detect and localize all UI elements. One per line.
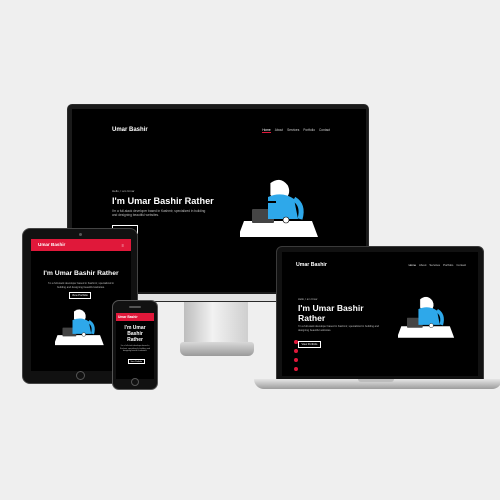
desktop-navbar: Umar Bashir Home About Services Portfoli… xyxy=(112,127,330,139)
monitor-stand-foot xyxy=(180,342,254,356)
phone-device: Umar Bashir I'm Umar Bashir Rather I'm a… xyxy=(112,300,158,390)
site-logo[interactable]: Umar Bashir xyxy=(38,242,65,247)
view-portfolio-button[interactable]: View Portfolio xyxy=(128,359,145,365)
hero-title-line2: Rather xyxy=(298,313,326,323)
nav-about[interactable]: About xyxy=(419,263,426,267)
developer-illustration xyxy=(240,179,318,237)
hero-title: I'm Umar Bashir Rather xyxy=(298,303,398,323)
desktop-nav-menu: Home About Services Portfolio Contact xyxy=(262,128,330,133)
nav-contact[interactable]: Contact xyxy=(456,263,466,267)
laptop-notch xyxy=(358,379,394,382)
hero-title: I'm Umar Bashir Rather xyxy=(116,325,154,343)
monitor-stand-neck xyxy=(184,302,248,346)
phone-speaker xyxy=(129,306,141,308)
hero-description: I'm a full-stack developer based in Kash… xyxy=(120,345,150,352)
social-links xyxy=(294,340,298,371)
nav-portfolio[interactable]: Portfolio xyxy=(303,128,315,133)
hero-title: I'm Umar Bashir Rather xyxy=(112,196,214,206)
tablet-navbar: Umar Bashir ≡ xyxy=(31,239,131,251)
laptop-nav-menu: Home About Services Portfolio Contact xyxy=(409,263,466,267)
nav-services[interactable]: Services xyxy=(287,128,299,133)
phone-home-button xyxy=(131,378,139,386)
laptop-device: Umar Bashir Home About Services Portfoli… xyxy=(276,246,484,380)
nav-portfolio[interactable]: Portfolio xyxy=(443,263,453,267)
view-portfolio-button[interactable]: View Portfolio xyxy=(298,341,321,349)
laptop-hero: Hello, I am Umar I'm Umar Bashir Rather … xyxy=(298,298,398,350)
hero-description: I'm a full-stack developer based in Kash… xyxy=(298,325,379,332)
hero-eyebrow: Hello, I am Umar xyxy=(298,298,318,301)
laptop-navbar: Umar Bashir Home About Services Portfoli… xyxy=(296,262,466,272)
nav-services[interactable]: Services xyxy=(429,263,440,267)
twitter-icon[interactable] xyxy=(294,349,298,353)
laptop-screen: Umar Bashir Home About Services Portfoli… xyxy=(282,252,478,376)
developer-illustration xyxy=(398,296,455,338)
instagram-icon[interactable] xyxy=(294,340,298,344)
hamburger-icon[interactable]: ≡ xyxy=(122,243,124,248)
hero-title: I'm Umar Bashir Rather xyxy=(43,270,119,277)
hero-description: I'm a full-stack developer based in Kash… xyxy=(112,209,206,218)
nav-home[interactable]: Home xyxy=(409,263,416,267)
phone-navbar: Umar Bashir xyxy=(116,313,154,321)
linkedin-icon[interactable] xyxy=(294,367,298,371)
tablet-home-button xyxy=(76,371,85,380)
hero-eyebrow: Hello, I am Umar xyxy=(112,189,135,193)
tablet-camera xyxy=(79,233,82,236)
developer-illustration xyxy=(55,308,104,346)
hero-title-line2: Rather xyxy=(127,337,143,343)
mockup-stage: Umar Bashir Home About Services Portfoli… xyxy=(0,0,500,500)
site-logo[interactable]: Umar Bashir xyxy=(296,262,327,268)
hero-description: I'm a full-stack developer based in Kash… xyxy=(47,282,115,289)
phone-screen: Umar Bashir I'm Umar Bashir Rather I'm a… xyxy=(116,313,154,379)
nav-home[interactable]: Home xyxy=(262,128,271,133)
site-logo[interactable]: Umar Bashir xyxy=(112,127,148,133)
hero-title-line1: I'm Umar Bashir xyxy=(124,325,146,337)
nav-about[interactable]: About xyxy=(275,128,283,133)
github-icon[interactable] xyxy=(294,358,298,362)
view-portfolio-button[interactable]: View Portfolio xyxy=(69,292,91,299)
site-logo[interactable]: Umar Bashir xyxy=(118,315,138,319)
hero-title-line1: I'm Umar Bashir xyxy=(298,303,364,313)
nav-contact[interactable]: Contact xyxy=(319,128,330,133)
